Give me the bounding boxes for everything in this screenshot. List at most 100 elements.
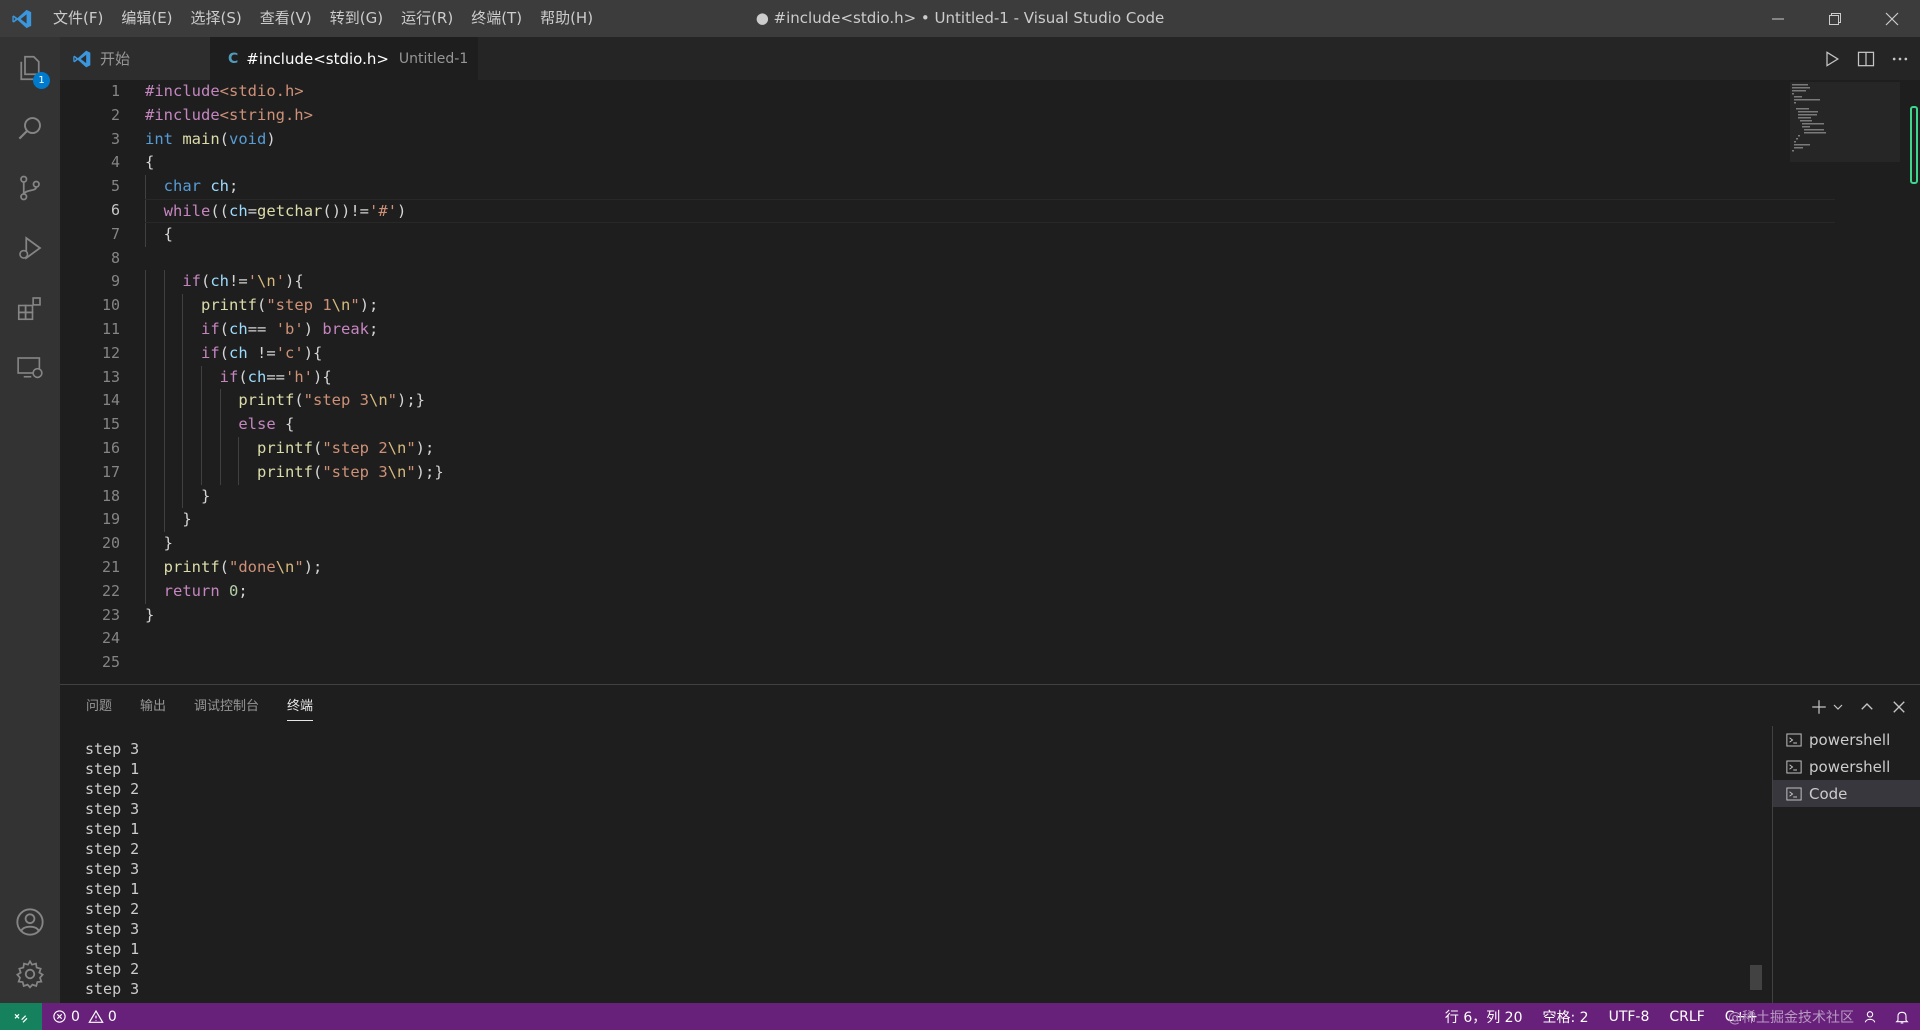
menu-edit[interactable]: 编辑(E)	[112, 0, 181, 37]
menu-run[interactable]: 运行(R)	[392, 0, 462, 37]
terminal-line: step 3	[85, 860, 140, 878]
code-line[interactable]: if(ch !='c'){	[145, 341, 1835, 366]
code-line[interactable]: int main(void)	[145, 128, 1835, 152]
code-line[interactable]: printf("step 3\n");}	[145, 460, 1835, 485]
status-right: 行 6，列 20 空格: 2 UTF-8 CRLF C++ @稀土掘金技术社区	[1425, 1003, 1910, 1030]
feedback-icon[interactable]	[1864, 1009, 1880, 1025]
indentation[interactable]: 空格: 2	[1543, 1007, 1589, 1027]
code-line[interactable]: printf("step 1\n");	[145, 294, 1835, 318]
terminal-item-code[interactable]: Code	[1773, 780, 1920, 807]
minimize-button[interactable]	[1749, 0, 1806, 37]
line-number: 17	[101, 462, 120, 481]
indent-guide	[163, 341, 165, 366]
code-line[interactable]: }	[145, 604, 1835, 628]
code-text: }	[145, 534, 173, 553]
menu-help[interactable]: 帮助(H)	[531, 0, 602, 37]
cursor-position[interactable]: 行 6，列 20	[1445, 1007, 1523, 1027]
menu-selection[interactable]: 选择(S)	[182, 0, 251, 37]
code-line[interactable]: printf("done\n");	[145, 555, 1835, 580]
menu-file[interactable]: 文件(F)	[44, 0, 112, 37]
code-line[interactable]	[145, 651, 1835, 675]
source-control-button[interactable]	[0, 159, 60, 217]
indent-guide	[182, 341, 184, 366]
indent-guide	[163, 436, 165, 461]
terminal-output[interactable]: step 3 step 1 step 2 step 3 step 1 step 2 step…	[85, 739, 1385, 999]
search-button[interactable]	[0, 99, 60, 157]
source-control-icon	[20, 175, 40, 201]
code-line[interactable]: if(ch== 'b') break;	[145, 317, 1835, 342]
remote-indicator-button[interactable]	[0, 1003, 42, 1030]
problems-indicator[interactable]: 0 0	[52, 1003, 117, 1030]
run-debug-button[interactable]	[0, 219, 60, 277]
split-editor-icon[interactable]	[1856, 49, 1876, 69]
more-actions-icon[interactable]	[1890, 49, 1910, 69]
indent-guide	[200, 365, 202, 390]
encoding[interactable]: UTF-8	[1609, 1009, 1650, 1025]
menu-go[interactable]: 转到(G)	[321, 0, 392, 37]
close-panel-icon[interactable]	[1890, 698, 1908, 716]
code-line[interactable]: char ch;	[145, 175, 1835, 199]
code-line[interactable]: #include<string.h>	[145, 104, 1835, 128]
menu-terminal[interactable]: 终端(T)	[462, 0, 531, 37]
tab-untitled-1[interactable]: C #include<stdio.h> Untitled-1	[210, 37, 478, 80]
c-file-icon: C	[228, 50, 239, 67]
restore-button[interactable]	[1806, 0, 1863, 37]
code-text: }	[145, 605, 155, 624]
remote-explorer-button[interactable]	[0, 339, 60, 397]
code-line[interactable]: return 0;	[145, 579, 1835, 604]
maximize-panel-icon[interactable]	[1858, 698, 1876, 716]
manage-button[interactable]	[0, 945, 60, 1003]
explorer-button[interactable]: 1	[0, 39, 60, 97]
code-line[interactable]: }	[145, 508, 1835, 533]
chevron-down-icon[interactable]	[1832, 701, 1844, 713]
line-ending[interactable]: CRLF	[1669, 1009, 1704, 1025]
line-number: 19	[101, 510, 120, 529]
code-line[interactable]	[145, 627, 1835, 651]
window-controls	[1749, 0, 1920, 37]
code-line[interactable]: if(ch!='\n'){	[145, 270, 1835, 295]
line-number: 9	[110, 272, 120, 291]
code-line[interactable]: else {	[145, 413, 1835, 437]
indent-guide	[200, 460, 202, 485]
code-content[interactable]: #include<stdio.h> #include<string.h> int m…	[145, 80, 1835, 675]
terminal-label: Code	[1809, 784, 1848, 803]
tab-problems[interactable]: 问题	[86, 685, 112, 729]
code-line[interactable]: printf("step 3\n");}	[145, 389, 1835, 414]
code-line[interactable]: printf("step 2\n");	[145, 436, 1835, 461]
code-line[interactable]: {	[145, 222, 1835, 247]
code-editor[interactable]: 1 2 3 4 5 6 7 8 9 10 11 12 13 14 15 16 17 18 19 20 21 22 23 24 2…	[60, 80, 1920, 684]
run-icon[interactable]	[1822, 49, 1842, 69]
gear-icon	[16, 959, 44, 989]
tab-output[interactable]: 输出	[140, 685, 166, 729]
notification-bell-icon[interactable]	[1894, 1009, 1910, 1025]
code-text: }	[145, 510, 192, 529]
menu-view[interactable]: 查看(V)	[251, 0, 321, 37]
terminal-item-powershell-2[interactable]: powershell	[1773, 753, 1920, 780]
terminal-line: step 3	[85, 920, 140, 938]
code-text: if(ch=='h'){	[219, 367, 332, 386]
tab-terminal[interactable]: 终端	[287, 685, 314, 729]
code-line[interactable]: }	[145, 532, 1835, 556]
tab-debug-console[interactable]: 调试控制台	[194, 685, 259, 729]
tab-welcome[interactable]: 开始	[60, 37, 210, 80]
indent-guide	[163, 484, 165, 509]
indent-guide	[145, 270, 146, 295]
new-terminal-icon[interactable]	[1810, 698, 1828, 716]
close-window-button[interactable]	[1863, 0, 1920, 37]
indent-guide	[145, 389, 146, 414]
code-line[interactable]: }	[145, 484, 1835, 509]
editor-scrollbar[interactable]	[1910, 106, 1918, 184]
terminal-scrollbar[interactable]	[1750, 965, 1762, 990]
indent-guide	[145, 508, 146, 533]
code-line[interactable]: if(ch=='h'){	[145, 365, 1835, 390]
code-line[interactable]	[145, 247, 1835, 271]
code-line[interactable]: #include<stdio.h>	[145, 80, 1835, 104]
code-line[interactable]: {	[145, 151, 1835, 175]
terminal-item-powershell-1[interactable]: powershell	[1773, 726, 1920, 753]
extensions-button[interactable]	[0, 279, 60, 337]
code-text: if(ch!='\n'){	[182, 272, 304, 291]
minimize-icon	[1771, 18, 1784, 19]
minimap[interactable]	[1790, 80, 1900, 684]
accounts-button[interactable]	[0, 893, 60, 951]
code-line[interactable]: while((ch=getchar())!='#')	[145, 198, 1835, 223]
